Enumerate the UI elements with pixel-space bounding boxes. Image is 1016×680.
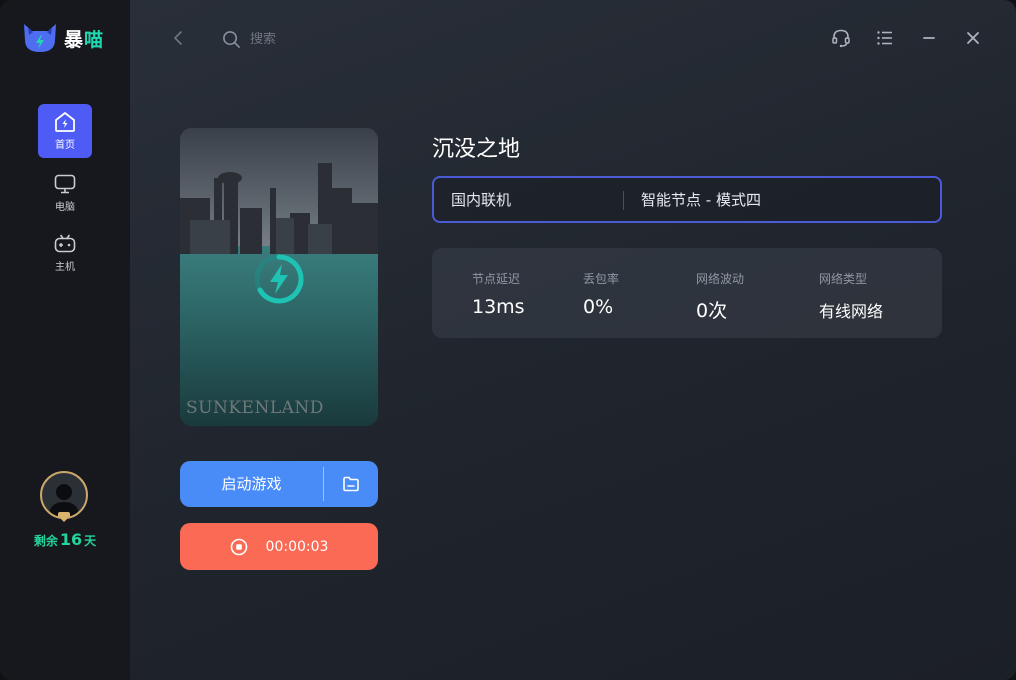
sidebar-item-pc[interactable]: 电脑 xyxy=(38,166,92,220)
user-avatar[interactable] xyxy=(40,471,90,522)
stat-jitter: 网络波动 0次 xyxy=(696,270,744,323)
app-logo: 暴喵 xyxy=(22,22,104,54)
stat-packet-loss: 丢包率 0% xyxy=(583,270,619,318)
stat-label: 节点延迟 xyxy=(472,272,521,286)
launch-game-label: 启动游戏 xyxy=(221,475,282,493)
user-silhouette-icon xyxy=(49,484,79,517)
search-icon xyxy=(223,30,240,48)
stat-value: 13ms xyxy=(472,296,525,318)
mode-selector[interactable]: 国内联机 智能节点 - 模式四 xyxy=(432,176,942,223)
cover-game-title: SUNKENLAND xyxy=(186,398,324,418)
stop-icon xyxy=(230,538,247,555)
folder-icon xyxy=(343,476,359,492)
sidebar-item-label: 主机 xyxy=(55,262,75,273)
boost-lightning-icon xyxy=(254,254,304,304)
stat-network-type: 网络类型 有线网络 xyxy=(819,270,883,322)
vip-badge-icon xyxy=(58,512,70,522)
node-option[interactable]: 智能节点 - 模式四 xyxy=(641,178,761,223)
search-bar[interactable] xyxy=(222,28,422,50)
search-input[interactable] xyxy=(250,31,410,47)
stat-value: 0% xyxy=(583,296,614,318)
membership-remaining: 剩余 16 天 xyxy=(33,530,97,549)
minimize-icon[interactable] xyxy=(919,28,939,48)
menu-list-icon[interactable] xyxy=(875,28,895,48)
stop-boost-button[interactable]: 00:00:03 xyxy=(180,523,378,570)
sidebar-item-console[interactable]: 主机 xyxy=(38,226,92,280)
region-option[interactable]: 国内联机 xyxy=(451,178,511,223)
sidebar-item-home[interactable]: 首页 xyxy=(38,104,92,158)
close-icon[interactable] xyxy=(963,28,983,48)
stat-value: 0次 xyxy=(696,300,728,322)
sidebar: 暴喵 首页 电脑 主机 剩余 16 天 xyxy=(0,0,130,680)
back-icon[interactable] xyxy=(172,30,186,46)
boost-timer: 00:00:03 xyxy=(265,538,329,555)
monitor-icon xyxy=(54,174,76,194)
open-folder-button[interactable] xyxy=(324,461,378,507)
stat-label: 丢包率 xyxy=(583,272,620,286)
gamepad-icon xyxy=(54,234,76,253)
game-title: 沉没之地 xyxy=(432,137,521,162)
network-stats-panel: 节点延迟 13ms 丢包率 0% 网络波动 0次 网络类型 有线网络 xyxy=(432,248,942,338)
stat-value: 有线网络 xyxy=(819,302,884,321)
app-name: 暴喵 xyxy=(64,28,105,51)
support-headset-icon[interactable] xyxy=(831,28,851,48)
cat-logo-icon xyxy=(24,24,56,52)
stat-latency: 节点延迟 13ms xyxy=(472,270,525,318)
launch-game-button[interactable]: 启动游戏 xyxy=(180,461,378,507)
app-window: 暴喵 首页 电脑 主机 剩余 16 天 搜索 SUNKENLAND 启动游戏 0… xyxy=(0,0,1016,680)
mode-divider xyxy=(623,191,624,210)
stat-label: 网络波动 xyxy=(696,272,745,286)
sidebar-item-label: 电脑 xyxy=(55,202,75,213)
sidebar-item-label: 首页 xyxy=(55,140,75,151)
stat-label: 网络类型 xyxy=(819,272,868,286)
home-icon xyxy=(55,112,75,132)
cover-city-silhouette xyxy=(180,163,378,254)
